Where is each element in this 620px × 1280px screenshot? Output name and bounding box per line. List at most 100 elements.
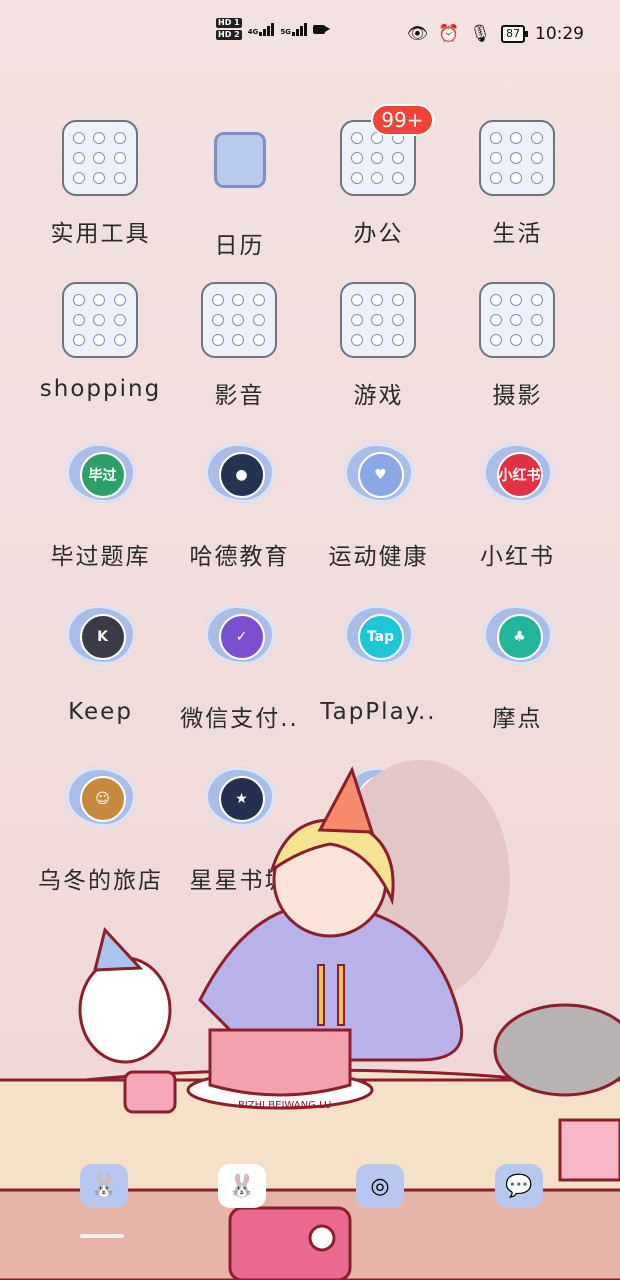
- folder-icon[interactable]: [200, 282, 279, 360]
- alarm-icon: ⏰: [438, 24, 460, 44]
- dock-icon-bunny[interactable]: 🐰: [80, 1164, 128, 1208]
- mini-app-icon: [73, 172, 86, 185]
- mini-app-icon: [510, 131, 523, 144]
- mini-app-icon: [73, 334, 86, 347]
- app-glyph-icon: ●: [218, 452, 265, 498]
- app-icon[interactable]: ♥: [340, 443, 418, 521]
- app-glyph-icon: ♥: [357, 452, 404, 498]
- folder-icon[interactable]: [478, 282, 557, 360]
- cloud-frame: ♥: [343, 443, 414, 503]
- camera-lens: [308, 1224, 336, 1252]
- app-icon[interactable]: ●: [201, 443, 279, 521]
- cat-hat: [93, 926, 144, 972]
- app-0[interactable]: 实用工具: [31, 120, 170, 248]
- app-6[interactable]: 游戏: [309, 282, 448, 410]
- cloud-frame: Tap: [343, 605, 414, 665]
- folder-icon[interactable]: [61, 282, 140, 360]
- mini-app-icon: [371, 172, 384, 185]
- mini-app-icon: [510, 334, 523, 347]
- app-13[interactable]: ✓ 微信支付..: [170, 605, 309, 733]
- app-4[interactable]: shopping: [31, 282, 170, 402]
- mini-app-icon: [351, 151, 364, 164]
- app-label: 小红书: [480, 544, 555, 570]
- app-icon[interactable]: K: [62, 605, 140, 683]
- app-label: 运动健康: [328, 544, 429, 570]
- signal-bars-icon: [291, 22, 307, 36]
- mini-app-icon: [530, 293, 543, 306]
- app-5[interactable]: 影音: [170, 282, 309, 410]
- mini-app-icon: [510, 313, 523, 326]
- app-label: 微信支付..: [180, 706, 299, 732]
- dock-icon-gallery[interactable]: 🐰: [218, 1164, 266, 1208]
- mini-app-icon: [391, 334, 404, 347]
- mini-app-icon: [530, 151, 543, 164]
- app-label: 游戏: [353, 383, 404, 409]
- app-10[interactable]: ♥ 运动健康: [309, 443, 448, 571]
- app-label: 影音: [214, 383, 265, 409]
- mini-app-icon: [391, 151, 404, 164]
- folder-icon[interactable]: [61, 120, 140, 198]
- mini-app-icon: [371, 151, 384, 164]
- mini-app-icon: [252, 334, 265, 347]
- app-label: 哈德教育: [189, 544, 290, 570]
- folder-icon[interactable]: 99+: [339, 104, 434, 198]
- mini-app-icon: [93, 313, 106, 326]
- app-icon[interactable]: [201, 132, 279, 210]
- folder-grid: [61, 282, 138, 358]
- app-icon[interactable]: Tap: [340, 605, 418, 683]
- mini-app-icon: [351, 131, 364, 144]
- app-glyph-icon: K: [79, 614, 126, 660]
- app-1[interactable]: 日历: [170, 120, 309, 260]
- mini-app-icon: [530, 172, 543, 185]
- mini-app-icon: [391, 313, 404, 326]
- mini-app-icon: [371, 293, 384, 306]
- mini-app-icon: [73, 151, 86, 164]
- app-15[interactable]: ♣ 摩点: [448, 605, 587, 733]
- app-9[interactable]: ● 哈德教育: [170, 443, 309, 571]
- app-label: 实用工具: [50, 221, 151, 247]
- wallpaper-watermark: BIZHI BEIWANG LU: [238, 1100, 331, 1111]
- app-8[interactable]: 毕过 毕过题库: [31, 443, 170, 571]
- dock-icon-camera[interactable]: ◎: [356, 1164, 404, 1208]
- app-glyph-icon: 毕过: [79, 452, 126, 498]
- cloud-frame: 毕过: [65, 443, 136, 503]
- app-11[interactable]: 小红书 小红书: [448, 443, 587, 571]
- mini-app-icon: [113, 313, 126, 326]
- folder-grid: [478, 120, 555, 196]
- app-3[interactable]: 生活: [448, 120, 587, 248]
- app-label: shopping: [39, 376, 162, 402]
- notification-badge: 99+: [371, 104, 434, 136]
- signal-2: 5G: [280, 22, 307, 36]
- cat-right: [493, 1003, 620, 1097]
- signal-1: 4G: [248, 22, 275, 36]
- mini-app-icon: [212, 334, 225, 347]
- folder-icon[interactable]: [339, 282, 418, 360]
- folder-grid: [200, 282, 277, 358]
- app-glyph-icon: 小红书: [496, 452, 543, 498]
- folder-icon[interactable]: [478, 120, 557, 198]
- app-14[interactable]: Tap TapPlay..: [309, 605, 448, 725]
- dock-icon-messages[interactable]: 💬: [495, 1164, 543, 1208]
- app-glyph-icon: ♣: [496, 614, 543, 660]
- app-label: TapPlay..: [320, 699, 437, 725]
- app-icon[interactable]: 毕过: [62, 443, 140, 521]
- app-7[interactable]: 摄影: [448, 282, 587, 410]
- status-left: HD 1 HD 2 4G 5G: [216, 18, 330, 40]
- app-icon[interactable]: ♣: [479, 605, 557, 683]
- cloud-frame: 小红书: [482, 443, 553, 503]
- network-type-1: 4G: [247, 28, 259, 36]
- app-icon[interactable]: ✓: [201, 605, 279, 683]
- candle: [317, 964, 325, 1026]
- mini-app-icon: [212, 293, 225, 306]
- app-12[interactable]: K Keep: [31, 605, 170, 725]
- mini-app-icon: [371, 313, 384, 326]
- app-label: 办公: [353, 221, 404, 247]
- home-indicator[interactable]: [80, 1234, 124, 1238]
- app-icon[interactable]: 小红书: [479, 443, 557, 521]
- calendar-icon: [213, 132, 266, 188]
- status-bar: HD 1 HD 2 4G 5G 👁 ⏰ 🎙 87 10:29: [0, 0, 620, 72]
- app-2[interactable]: 99+ 办公: [309, 104, 448, 248]
- cloud-frame: ♣: [482, 605, 553, 665]
- cloud-frame: ✓: [204, 605, 275, 665]
- clock: 10:29: [535, 24, 584, 44]
